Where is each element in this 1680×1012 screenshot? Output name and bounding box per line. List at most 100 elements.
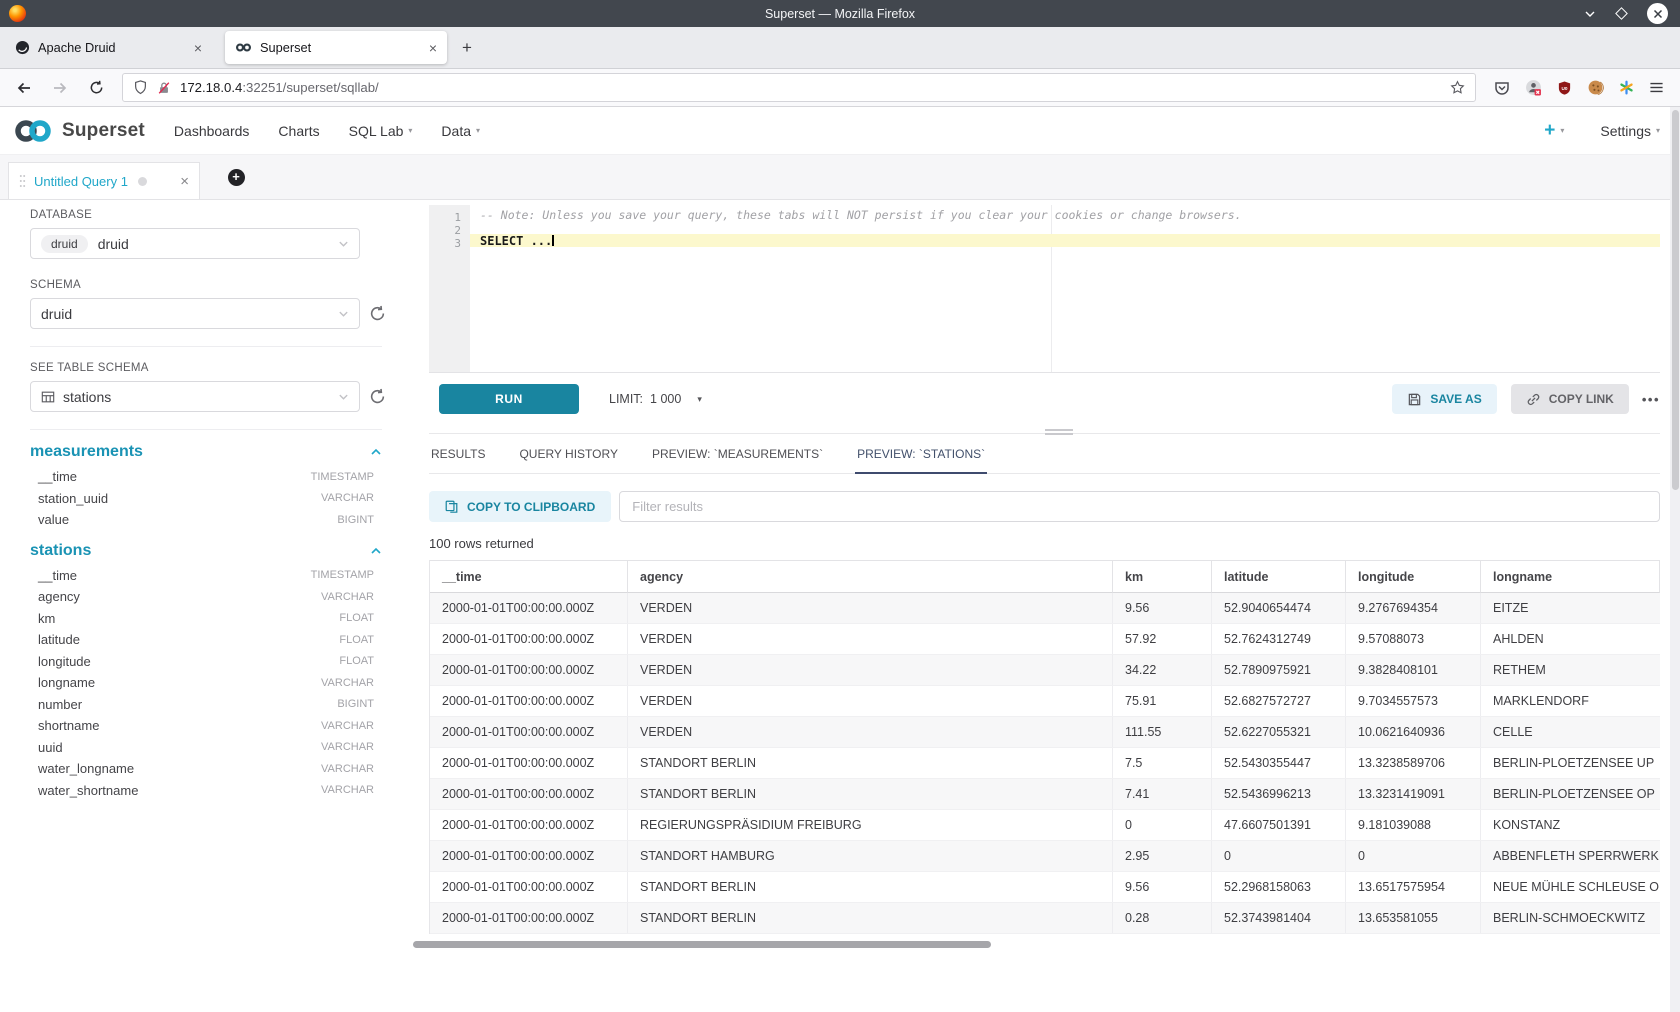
refresh-tables-button[interactable] — [369, 388, 386, 405]
cell-longname: BERLIN-PLOETZENSEE OP — [1481, 779, 1660, 809]
tab-query-history[interactable]: QUERY HISTORY — [517, 434, 619, 473]
cell-time: 2000-01-01T00:00:00.000Z — [430, 655, 628, 685]
asterisk-extension-icon[interactable] — [1619, 80, 1634, 95]
database-select[interactable]: druid druid — [30, 228, 360, 259]
table-row[interactable]: 2000-01-01T00:00:00.000Z VERDEN 111.55 5… — [430, 717, 1660, 748]
browser-tab-superset[interactable]: Superset × — [225, 31, 447, 64]
bookmark-button[interactable] — [1450, 80, 1465, 95]
new-tab-button[interactable]: + — [462, 27, 472, 68]
results-table: __timeagencykmlatitudelongitudelongname … — [429, 560, 1660, 934]
column-header[interactable]: __time — [430, 560, 628, 593]
column-header[interactable]: km — [1113, 560, 1212, 593]
table-schema-measurements[interactable]: measurements — [30, 443, 382, 461]
minimize-button[interactable] — [1584, 8, 1596, 20]
vertical-scrollbar-thumb[interactable] — [1672, 110, 1679, 490]
horizontal-scrollbar[interactable] — [429, 941, 1660, 949]
column-header[interactable]: longitude — [1346, 560, 1481, 593]
table-row[interactable]: 2000-01-01T00:00:00.000Z STANDORT BERLIN… — [430, 872, 1660, 903]
browser-tab-apache-druid[interactable]: Apache Druid × — [5, 27, 212, 68]
cell-longitude: 9.57088073 — [1346, 624, 1481, 654]
table-row[interactable]: 2000-01-01T00:00:00.000Z REGIERUNGSPRÄSI… — [430, 810, 1660, 841]
close-button[interactable] — [1647, 3, 1668, 24]
table-row[interactable]: 2000-01-01T00:00:00.000Z STANDORT BERLIN… — [430, 903, 1660, 934]
copy-link-button[interactable]: COPY LINK — [1511, 384, 1629, 414]
cookie-extension-icon[interactable] — [1587, 79, 1604, 96]
horizontal-scrollbar-thumb[interactable] — [413, 941, 991, 948]
cell-agency: VERDEN — [628, 655, 1113, 685]
table-row[interactable]: 2000-01-01T00:00:00.000Z STANDORT BERLIN… — [430, 779, 1660, 810]
vertical-scrollbar[interactable] — [1670, 107, 1680, 1012]
url-bar[interactable]: 172.18.0.4:32251/superset/sqllab/ — [122, 73, 1476, 102]
nav-item-sql-lab[interactable]: SQL Lab▾ — [349, 123, 413, 139]
close-tab-icon[interactable]: × — [194, 41, 202, 55]
cell-longitude: 9.181039088 — [1346, 810, 1481, 840]
maximize-button[interactable] — [1615, 7, 1628, 20]
ublock-icon[interactable]: U0 — [1557, 80, 1572, 96]
table-row[interactable]: 2000-01-01T00:00:00.000Z STANDORT HAMBUR… — [430, 841, 1660, 872]
pocket-icon[interactable] — [1494, 80, 1510, 96]
schema-column-row: __time TIMESTAMP — [30, 466, 382, 488]
url-text[interactable]: 172.18.0.4:32251/superset/sqllab/ — [180, 80, 379, 95]
schema-select[interactable]: druid — [30, 298, 360, 329]
table-name[interactable]: stations — [30, 542, 91, 560]
query-tab-active[interactable]: Untitled Query 1 × — [8, 162, 200, 199]
column-header[interactable]: longname — [1481, 560, 1660, 593]
add-query-tab-button[interactable]: + — [216, 155, 256, 199]
collapse-icon[interactable] — [370, 446, 382, 458]
cell-latitude: 52.5436996213 — [1212, 779, 1346, 809]
table-row[interactable]: 2000-01-01T00:00:00.000Z VERDEN 57.92 52… — [430, 624, 1660, 655]
pane-resize-handle[interactable] — [1045, 429, 1073, 437]
account-extension-icon[interactable] — [1525, 79, 1542, 96]
table-name[interactable]: measurements — [30, 443, 143, 461]
table-row[interactable]: 2000-01-01T00:00:00.000Z STANDORT BERLIN… — [430, 748, 1660, 779]
superset-logo-icon[interactable] — [12, 118, 54, 144]
chevron-down-icon[interactable]: ▾ — [1560, 126, 1564, 135]
table-schema-stations[interactable]: stations — [30, 542, 382, 560]
collapse-icon[interactable] — [370, 545, 382, 557]
column-name: km — [38, 611, 55, 626]
shield-icon[interactable] — [133, 80, 148, 95]
column-type: FLOAT — [339, 634, 374, 646]
table-row[interactable]: 2000-01-01T00:00:00.000Z VERDEN 34.22 52… — [430, 655, 1660, 686]
sql-comment-line: -- Note: Unless you save your query, the… — [470, 208, 1660, 221]
nav-item-charts[interactable]: Charts — [278, 123, 319, 139]
tab-preview-stations[interactable]: PREVIEW: `STATIONS` — [855, 434, 987, 473]
superset-favicon — [235, 42, 252, 53]
run-button[interactable]: RUN — [439, 384, 579, 414]
save-as-button[interactable]: SAVE AS — [1392, 384, 1496, 414]
add-new-button[interactable]: + — [1544, 120, 1555, 142]
limit-dropdown[interactable]: LIMIT: 1 000 ▾ — [609, 384, 702, 414]
more-actions-button[interactable]: ••• — [1642, 392, 1660, 407]
tab-preview-measurements[interactable]: PREVIEW: `MEASUREMENTS` — [650, 434, 825, 473]
cell-time: 2000-01-01T00:00:00.000Z — [430, 779, 628, 809]
column-header[interactable]: latitude — [1212, 560, 1346, 593]
table-row[interactable]: 2000-01-01T00:00:00.000Z VERDEN 75.91 52… — [430, 686, 1660, 717]
sql-editor[interactable]: 1 2 3 -- Note: Unless you save your quer… — [429, 205, 1660, 373]
sql-statement-line[interactable]: SELECT ... — [470, 234, 1660, 247]
schema-column-row: water_longname VARCHAR — [30, 758, 382, 780]
menu-button[interactable] — [1649, 80, 1664, 95]
copy-to-clipboard-button[interactable]: COPY TO CLIPBOARD — [429, 491, 611, 522]
refresh-schema-button[interactable] — [369, 305, 386, 322]
column-name: __time — [38, 469, 77, 484]
close-query-tab-icon[interactable]: × — [180, 174, 189, 189]
filter-results-input[interactable] — [619, 491, 1660, 522]
nav-item-data[interactable]: Data▾ — [441, 123, 480, 139]
tab-results[interactable]: RESULTS — [429, 434, 487, 473]
reload-button[interactable] — [84, 80, 108, 95]
insecure-lock-icon[interactable] — [157, 81, 171, 95]
column-type: TIMESTAMP — [311, 569, 374, 581]
back-button[interactable] — [12, 80, 36, 96]
table-row[interactable]: 2000-01-01T00:00:00.000Z VERDEN 9.56 52.… — [430, 593, 1660, 624]
drag-handle-icon[interactable] — [19, 173, 26, 189]
line-number: 3 — [454, 237, 461, 250]
settings-menu[interactable]: Settings▾ — [1600, 123, 1660, 139]
table-select[interactable]: stations — [30, 381, 360, 412]
schema-column-row: water_shortname VARCHAR — [30, 780, 382, 802]
brand-name[interactable]: Superset — [62, 120, 145, 142]
forward-button[interactable] — [48, 80, 72, 96]
nav-item-dashboards[interactable]: Dashboards — [174, 123, 250, 139]
close-tab-icon[interactable]: × — [429, 41, 437, 55]
column-header[interactable]: agency — [628, 560, 1113, 593]
results-controls: COPY TO CLIPBOARD — [429, 491, 1660, 522]
